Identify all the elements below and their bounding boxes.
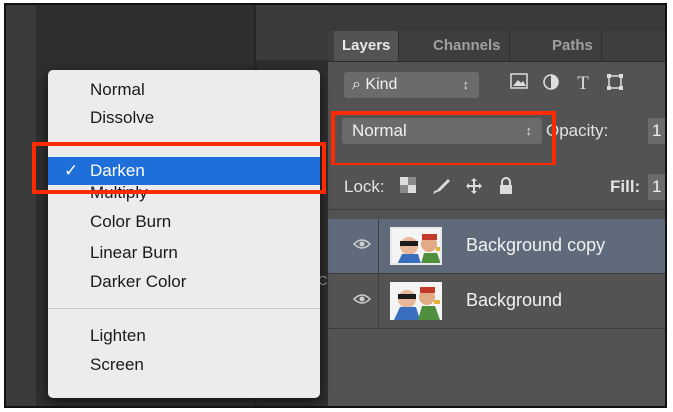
menu-separator bbox=[48, 308, 320, 309]
lock-position-icon[interactable] bbox=[464, 177, 484, 197]
tab-layers[interactable]: Layers bbox=[334, 31, 400, 61]
photoshop-window: ns C Layers Channels Paths ⌕ Kind ↕ T bbox=[4, 3, 667, 408]
blend-mode-dropdown-menu: Normal Dissolve ✓ Darken Multiply Color … bbox=[48, 70, 320, 398]
panel-title-bar bbox=[328, 5, 665, 32]
panel-tabs: Layers Channels Paths bbox=[328, 31, 665, 62]
visibility-eye-icon[interactable] bbox=[352, 236, 372, 256]
column-divider bbox=[378, 219, 379, 273]
menu-item-normal[interactable]: Normal bbox=[48, 78, 320, 102]
shape-filter-icon[interactable] bbox=[604, 73, 626, 95]
layer-name: Background copy bbox=[466, 235, 606, 255]
fill-input[interactable]: 1 bbox=[648, 174, 665, 200]
darken-highlight-box bbox=[32, 142, 326, 194]
tab-paths[interactable]: Paths bbox=[544, 31, 602, 61]
filter-row: ⌕ Kind ↕ T bbox=[328, 62, 665, 106]
lock-row: Lock: Fill: 1 bbox=[328, 165, 665, 210]
opacity-input[interactable]: 1 bbox=[648, 118, 665, 144]
lock-image-pixels-icon[interactable] bbox=[432, 177, 452, 197]
menu-item-dissolve[interactable]: Dissolve bbox=[48, 106, 320, 130]
layers-panel: Layers Channels Paths ⌕ Kind ↕ T Normal bbox=[328, 5, 665, 406]
left-toolbar-strip bbox=[6, 5, 36, 406]
panel-header-band bbox=[256, 5, 328, 60]
menu-item-linear-burn[interactable]: Linear Burn bbox=[48, 241, 320, 265]
layer-row-background-copy[interactable]: Background copy bbox=[328, 219, 665, 274]
layer-name: Background bbox=[466, 290, 563, 310]
filter-kind-select[interactable]: ⌕ Kind ↕ bbox=[344, 72, 479, 98]
menu-item-color-burn[interactable]: Color Burn bbox=[48, 210, 320, 234]
layer-thumbnail bbox=[390, 227, 442, 265]
lock-all-icon[interactable] bbox=[496, 177, 516, 197]
blend-mode-highlight-box bbox=[331, 111, 556, 167]
type-filter-icon[interactable]: T bbox=[572, 73, 594, 95]
filter-kind-label: ⌕ Kind bbox=[352, 76, 398, 93]
fill-label: Fill: bbox=[610, 177, 641, 196]
image-filter-icon[interactable] bbox=[508, 73, 530, 95]
select-arrows-icon: ↕ bbox=[462, 77, 470, 92]
layer-row-background[interactable]: Background bbox=[328, 274, 665, 329]
menu-item-darker-color[interactable]: Darker Color bbox=[48, 270, 320, 294]
adjustment-filter-icon[interactable] bbox=[540, 73, 562, 95]
menu-item-lighten[interactable]: Lighten bbox=[48, 324, 320, 348]
column-divider bbox=[378, 274, 379, 328]
lock-label: Lock: bbox=[344, 177, 385, 196]
menu-item-screen[interactable]: Screen bbox=[48, 353, 320, 377]
layer-thumbnail bbox=[390, 282, 442, 320]
visibility-eye-icon[interactable] bbox=[352, 291, 372, 311]
lock-transparent-pixels-icon[interactable] bbox=[398, 177, 418, 197]
tab-channels[interactable]: Channels bbox=[425, 31, 510, 61]
